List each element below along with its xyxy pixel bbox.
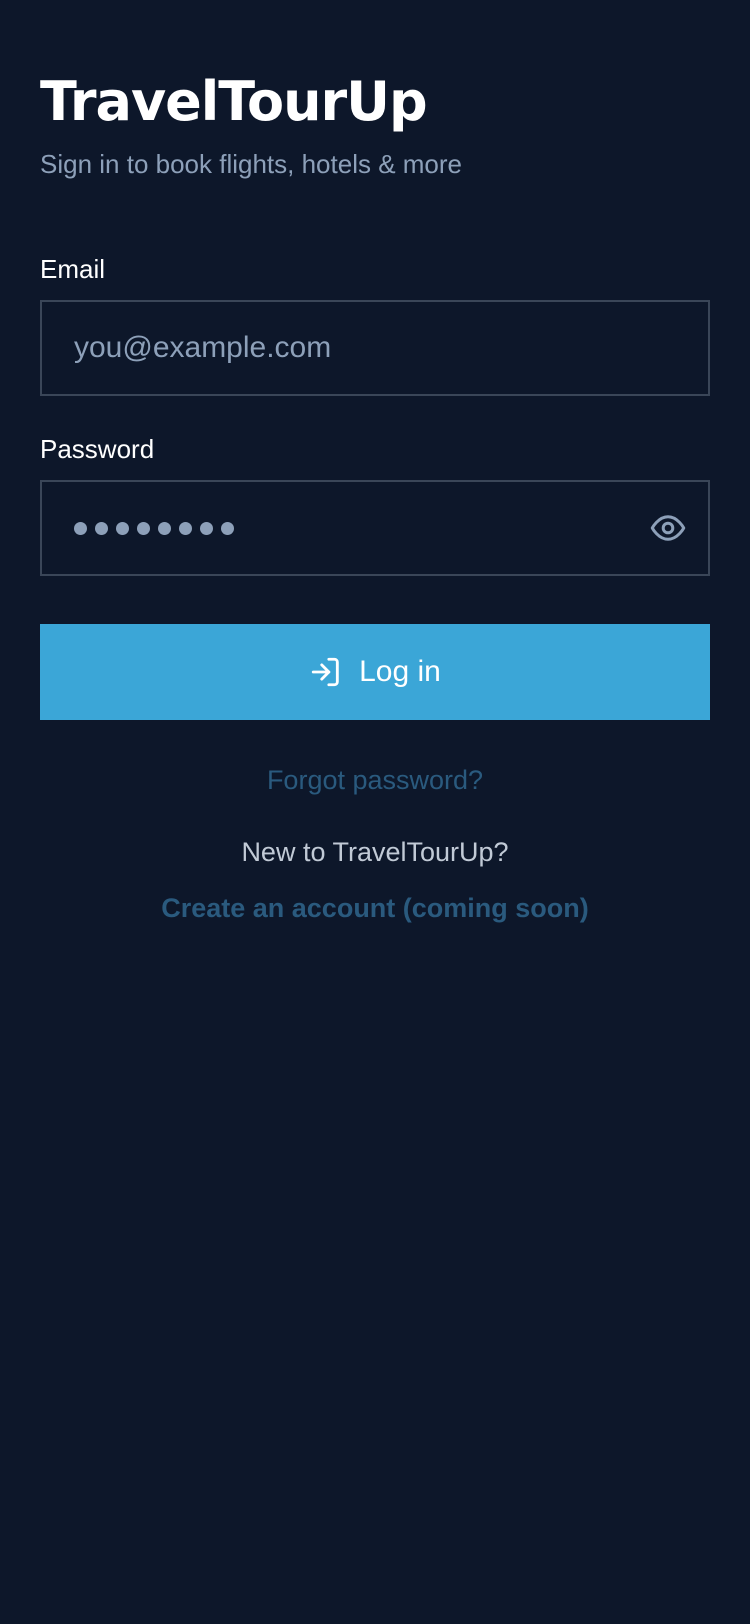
- create-account-link[interactable]: Create an account (coming soon): [0, 888, 750, 928]
- app-title: TravelTourUp: [40, 70, 428, 133]
- password-masked-value: [74, 482, 234, 574]
- email-field[interactable]: [42, 302, 708, 394]
- password-dot: [116, 521, 129, 535]
- password-dot: [221, 521, 234, 535]
- password-label: Password: [40, 434, 155, 464]
- log-in-label: Log in: [359, 655, 441, 688]
- password-dot: [95, 521, 108, 535]
- password-dot: [179, 521, 192, 535]
- password-dot: [158, 521, 171, 535]
- forgot-password-link[interactable]: Forgot password?: [0, 760, 750, 800]
- new-user-prompt: New to TravelTourUp?: [241, 837, 509, 867]
- password-dot: [74, 521, 87, 535]
- email-field-container: [40, 300, 710, 396]
- password-field[interactable]: [40, 480, 710, 576]
- log-in-button[interactable]: Log in: [40, 624, 710, 720]
- email-label: Email: [40, 254, 106, 284]
- login-screen: TravelTourUp Sign in to book flights, ho…: [0, 0, 750, 1624]
- password-dot: [200, 521, 213, 535]
- password-dot: [137, 521, 150, 535]
- show-password-toggle[interactable]: [648, 508, 688, 548]
- app-subtitle: Sign in to book flights, hotels & more: [40, 149, 463, 179]
- log-in-arrow-icon: [309, 655, 343, 689]
- eye-icon: [650, 515, 686, 541]
